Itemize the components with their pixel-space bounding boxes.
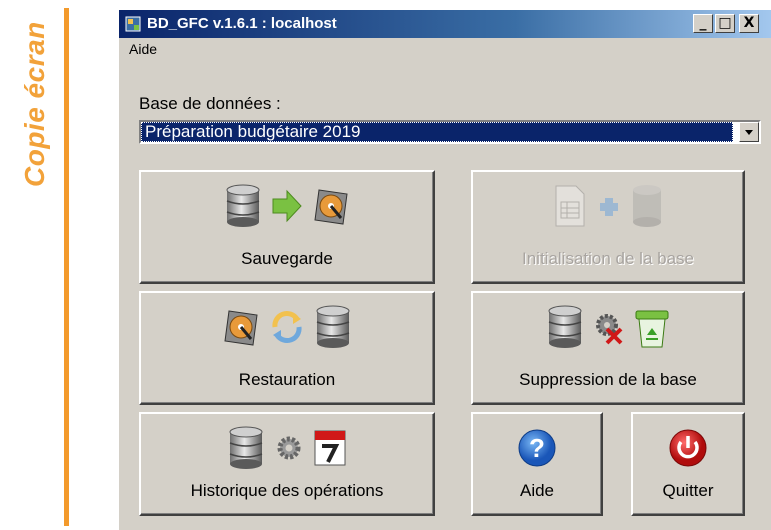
svg-text:?: ? [529, 433, 545, 463]
restauration-icons [141, 305, 433, 349]
quit-button[interactable]: Quitter [631, 412, 745, 516]
help-label: Aide [519, 481, 555, 500]
database-icon [316, 305, 350, 348]
sauvegarde-label: Sauvegarde [241, 249, 333, 268]
side-label: Copie écran [12, 8, 56, 508]
database-label: Base de données : [139, 94, 281, 113]
database-icon [229, 426, 263, 469]
suppression-button[interactable]: Suppression de la base [471, 291, 745, 405]
initialisation-icons [473, 184, 743, 228]
help-button[interactable]: ? Aide [471, 412, 603, 516]
historique-icons [141, 426, 433, 470]
initialisation-label: Initialisation de la base [521, 249, 694, 268]
arrow-right-icon [272, 189, 302, 223]
sauvegarde-button[interactable]: Sauvegarde [139, 170, 435, 284]
refresh-icon [272, 311, 302, 343]
menu-bar: Aide [119, 38, 771, 60]
database-icon [226, 184, 260, 227]
database-select[interactable]: Préparation budgétaire 2019 [139, 120, 761, 144]
initialisation-button[interactable]: Initialisation de la base [471, 170, 745, 284]
app-icon [125, 16, 141, 32]
suppression-icons [473, 305, 743, 349]
suppression-label: Suppression de la base [519, 370, 697, 389]
title-bar[interactable]: BD_GFC v.1.6.1 : localhost _ □ X [119, 10, 771, 38]
document-icon [555, 185, 585, 227]
side-accent-bar [64, 8, 69, 526]
maximize-button[interactable]: □ [715, 14, 735, 33]
calendar-icon [314, 430, 346, 466]
database-selected-value[interactable]: Préparation budgétaire 2019 [141, 122, 733, 142]
close-button[interactable]: X [739, 14, 759, 33]
chevron-down-icon[interactable] [739, 122, 759, 142]
window-title: BD_GFC v.1.6.1 : localhost [147, 15, 337, 32]
database-icon [548, 305, 582, 348]
restauration-button[interactable]: Restauration [139, 291, 435, 405]
gear-delete-icon [596, 314, 623, 345]
power-icon [669, 429, 707, 467]
side-label-text: Copie écran [19, 21, 50, 187]
historique-label: Historique des opérations [190, 481, 384, 500]
sauvegarde-icons [141, 184, 433, 228]
gear-icon [277, 436, 301, 460]
minimize-button[interactable]: _ [693, 14, 713, 33]
quit-label: Quitter [662, 481, 714, 500]
plus-icon [600, 198, 618, 216]
restauration-label: Restauration [238, 370, 336, 389]
hard-drive-icon [314, 189, 349, 225]
hard-drive-icon [223, 310, 258, 346]
historique-button[interactable]: Historique des opérations [139, 412, 435, 516]
recycle-bin-icon [635, 310, 669, 348]
database-icon [633, 185, 662, 227]
help-icons: ? [473, 426, 601, 470]
help-icon: ? [518, 429, 556, 467]
quit-icons [633, 426, 743, 470]
app-window: BD_GFC v.1.6.1 : localhost _ □ X Aide Ba… [118, 10, 771, 530]
menu-item-aide[interactable]: Aide [129, 41, 157, 57]
